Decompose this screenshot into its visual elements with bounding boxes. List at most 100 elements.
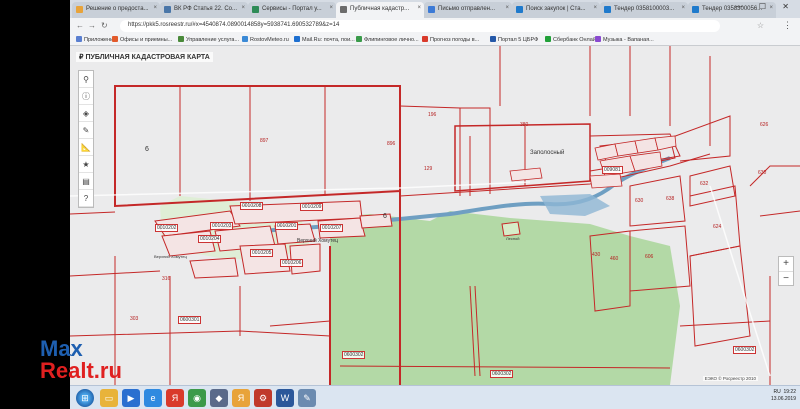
- bookmark-label: Музыка - Вапаная...: [603, 37, 654, 43]
- map-canvas[interactable]: [70, 46, 800, 385]
- tab-favicon-icon: [340, 6, 347, 13]
- map-label: Лесной: [506, 236, 520, 241]
- tab-close-icon[interactable]: ×: [417, 5, 421, 11]
- bookmark-item[interactable]: Музыка - Вапаная...: [595, 36, 654, 43]
- chrome-taskbar-icon[interactable]: ◉: [188, 389, 206, 407]
- pencil-icon[interactable]: ✎: [79, 122, 93, 139]
- clock-date[interactable]: 13.06.2019: [771, 396, 796, 403]
- back-icon[interactable]: ←: [76, 21, 84, 30]
- tab-favicon-icon: [164, 6, 171, 13]
- window-controls[interactable]: — ☐ ✕: [735, 2, 796, 11]
- tab-close-icon[interactable]: ×: [241, 5, 245, 11]
- map-label: 0600302: [490, 370, 514, 378]
- bookmark-item[interactable]: Приложения: [76, 36, 116, 43]
- bookmark-label: Сбербанк Онлайн: [553, 37, 599, 43]
- bookmark-favicon-icon: [178, 36, 184, 42]
- explorer-taskbar-icon[interactable]: ▭: [100, 389, 118, 407]
- bookmarks-bar: Приложения Офисы и приемны... Управление у…: [70, 34, 800, 46]
- tab-close-icon[interactable]: ×: [593, 5, 597, 11]
- browser-tab[interactable]: Тендер 0358100003... ×: [600, 2, 688, 18]
- bookmark-item[interactable]: Офисы и приемны...: [112, 36, 172, 43]
- map-label: 630: [758, 170, 767, 176]
- bookmark-label: Прогноз погоды в...: [430, 37, 480, 43]
- tab-strip: Решение о предоста... × ВК РФ Статья 22. С…: [70, 0, 800, 18]
- yandex2-taskbar-icon[interactable]: Я: [232, 389, 250, 407]
- word-taskbar-icon[interactable]: W: [276, 389, 294, 407]
- bookmark-item[interactable]: Прогноз погоды в...: [422, 36, 479, 43]
- tab-favicon-icon: [252, 6, 259, 13]
- clock-time[interactable]: 19:22: [783, 389, 796, 395]
- bookmark-star-icon[interactable]: ☆: [757, 21, 764, 30]
- bookmark-label: Флипинговое лично...: [364, 37, 419, 43]
- bookmark-favicon-icon: [294, 36, 300, 42]
- map-label: 624: [713, 224, 722, 230]
- forward-icon[interactable]: →: [88, 21, 96, 30]
- bookmark-item[interactable]: Сбербанк Онлайн: [545, 36, 599, 43]
- tab-close-icon[interactable]: ×: [505, 5, 509, 11]
- map-label: 430: [592, 252, 601, 258]
- bookmark-item[interactable]: Портал 5 ЦБРФ: [490, 36, 538, 43]
- zoom-out-button[interactable]: −: [779, 271, 793, 285]
- zoom-in-button[interactable]: +: [779, 257, 793, 271]
- map-label: 896: [387, 141, 396, 147]
- bookmark-item[interactable]: Управление услуга...: [178, 36, 239, 43]
- layers-icon[interactable]: ◈: [79, 105, 93, 122]
- print-icon[interactable]: ▤: [79, 173, 93, 190]
- tab-label: Письмо отправлен...: [438, 6, 495, 12]
- browser-tab[interactable]: Публичная кадастр... ×: [336, 2, 424, 18]
- bookmark-item[interactable]: Mail.Ru: почта, пои...: [294, 36, 355, 43]
- bookmark-favicon-icon: [490, 36, 496, 42]
- tab-favicon-icon: [604, 6, 611, 13]
- map-label: 0600302: [733, 346, 757, 354]
- cadastral-map[interactable]: ₽ ПУБЛИЧНАЯ КАДАСТРОВАЯ КАРТА ⚲ ⓘ ◈ ✎ 📐 ★ ▤? + …: [70, 46, 800, 385]
- address-bar: ← → ↻ https://pkk5.rosreestr.ru/#x=45408…: [70, 18, 800, 34]
- media-taskbar-icon[interactable]: ▶: [122, 389, 140, 407]
- watermark-line1: Max: [40, 336, 83, 361]
- taskbar: ⊞ ▭ ▶ e Я ◉ ◆ Я ⚙ W ✎ RU 19:22 13.06.2019: [70, 385, 800, 409]
- menu-icon[interactable]: ⋮: [783, 20, 792, 31]
- bookmark-label: Управление услуга...: [186, 37, 240, 43]
- map-label: 0010203: [210, 222, 234, 230]
- yandex-taskbar-icon[interactable]: Я: [166, 389, 184, 407]
- rosreestr-logo-icon: ₽: [79, 54, 84, 61]
- star-icon[interactable]: ★: [79, 156, 93, 173]
- ie-taskbar-icon[interactable]: e: [144, 389, 162, 407]
- info-icon[interactable]: ⓘ: [79, 88, 93, 105]
- tool-taskbar-icon[interactable]: ⚙: [254, 389, 272, 407]
- reload-icon[interactable]: ↻: [101, 21, 108, 30]
- watermark-line2: Realt.ru: [40, 358, 122, 383]
- ruler-icon[interactable]: 📐: [79, 139, 93, 156]
- map-label: 632: [700, 181, 709, 187]
- map-copyright: ЕЭКО © Росреестр 2010: [702, 376, 758, 381]
- browser-tab[interactable]: Письмо отправлен... ×: [424, 2, 512, 18]
- bookmark-item[interactable]: RostovMeteo.ru: [242, 36, 289, 43]
- bookmark-favicon-icon: [356, 36, 362, 42]
- tab-close-icon[interactable]: ×: [329, 5, 333, 11]
- site-title: ₽ ПУБЛИЧНАЯ КАДАСТРОВАЯ КАРТА: [76, 52, 213, 62]
- tab-close-icon[interactable]: ×: [681, 5, 685, 11]
- map-label: 897: [260, 138, 269, 144]
- system-tray: RU 19:22 13.06.2019: [771, 389, 796, 403]
- tab-label: Тендер 0358100003...: [614, 6, 675, 12]
- start-button[interactable]: ⊞: [76, 389, 94, 407]
- search-icon[interactable]: ⚲: [79, 71, 93, 88]
- browser-tab[interactable]: Поиск закупок | Ста... ×: [512, 2, 600, 18]
- map-label: 606: [645, 254, 654, 260]
- map-label: 009081: [602, 166, 623, 174]
- notepad-taskbar-icon[interactable]: ✎: [298, 389, 316, 407]
- tab-favicon-icon: [692, 6, 699, 13]
- bookmark-favicon-icon: [112, 36, 118, 42]
- bookmark-item[interactable]: Флипинговое лично...: [356, 36, 419, 43]
- tab-close-icon[interactable]: ×: [153, 5, 157, 11]
- help-icon[interactable]: ?: [79, 190, 93, 207]
- app-taskbar-icon[interactable]: ◆: [210, 389, 228, 407]
- map-label: 6: [145, 146, 149, 153]
- map-label: 0010207: [320, 224, 344, 232]
- browser-tab[interactable]: Сервисы - Портал у... ×: [248, 2, 336, 18]
- browser-tab[interactable]: ВК РФ Статья 22. Со... ×: [160, 2, 248, 18]
- language-indicator[interactable]: RU: [773, 389, 780, 395]
- browser-tab[interactable]: Решение о предоста... ×: [72, 2, 160, 18]
- map-label: 460: [610, 256, 619, 262]
- map-label: 0010202: [155, 224, 179, 232]
- url-input[interactable]: https://pkk5.rosreestr.ru/#x=4540874.089…: [120, 20, 720, 32]
